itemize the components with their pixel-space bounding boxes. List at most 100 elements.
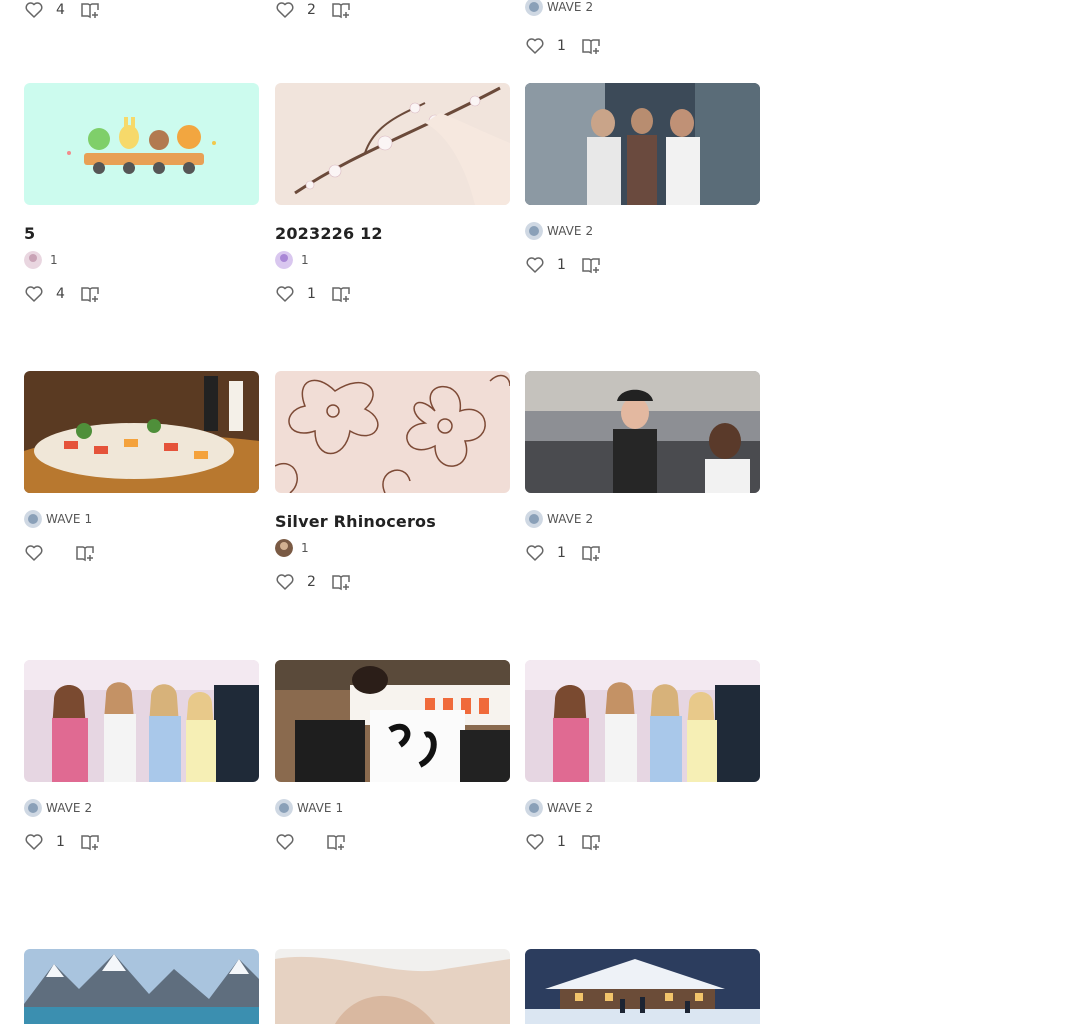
like-button[interactable]: 2	[275, 0, 316, 20]
card-actions: 1	[525, 255, 760, 275]
avatar[interactable]	[24, 799, 42, 817]
card-meta: WAVE 2	[525, 799, 760, 817]
thumbnail-image[interactable]	[275, 371, 510, 493]
add-to-magazine-button[interactable]	[80, 0, 100, 20]
thumbnail-image[interactable]	[525, 660, 760, 782]
thumbnail-image[interactable]	[525, 949, 760, 1024]
heart-icon	[526, 545, 544, 561]
card-meta: WAVE 2	[525, 0, 760, 16]
avatar[interactable]	[525, 0, 543, 16]
like-count: 1	[557, 545, 566, 561]
add-to-magazine-button[interactable]	[80, 284, 100, 304]
like-count: 2	[307, 574, 316, 590]
like-button[interactable]	[24, 543, 60, 563]
like-count: 1	[557, 257, 566, 273]
book-add-icon	[582, 39, 600, 55]
book-add-icon	[327, 835, 345, 851]
like-count: 2	[307, 2, 316, 18]
author-name[interactable]: WAVE	[46, 512, 80, 526]
avatar[interactable]	[275, 251, 293, 269]
avatar[interactable]	[24, 510, 42, 528]
heart-icon	[526, 257, 544, 273]
avatar[interactable]	[525, 799, 543, 817]
thumbnail-image[interactable]	[24, 371, 259, 493]
post-time: 1	[301, 541, 309, 555]
article-card[interactable]: WAVE 1	[275, 660, 510, 852]
thumbnail-image[interactable]	[24, 660, 259, 782]
article-card[interactable]: 5 1 4	[24, 83, 259, 304]
like-button[interactable]: 4	[24, 0, 65, 20]
card-actions: 4	[24, 0, 259, 20]
article-card[interactable]: WAVE 2 1	[525, 83, 760, 275]
add-to-magazine-button[interactable]	[75, 543, 95, 563]
thumbnail-image[interactable]	[275, 660, 510, 782]
like-button[interactable]: 1	[275, 284, 316, 304]
article-card[interactable]: WAVE 1	[24, 371, 259, 563]
like-button[interactable]	[275, 832, 311, 852]
top-card-1[interactable]: 4	[24, 0, 259, 20]
thumbnail-image[interactable]	[24, 949, 259, 1024]
post-time: 1	[335, 801, 344, 815]
thumbnail-image[interactable]	[525, 371, 760, 493]
add-to-magazine-button[interactable]	[80, 832, 100, 852]
thumbnail-image[interactable]	[525, 83, 760, 205]
author-name[interactable]: WAVE	[547, 224, 581, 238]
author-name[interactable]: WAVE	[547, 0, 581, 14]
avatar[interactable]	[275, 539, 293, 557]
article-card[interactable]: Silver Rhinoceros 1 2	[275, 371, 510, 592]
post-time: 2	[585, 801, 594, 815]
add-to-magazine-button[interactable]	[581, 36, 601, 56]
card-meta: 1	[275, 251, 510, 269]
thumbnail-image[interactable]	[275, 949, 510, 1024]
article-card[interactable]: WAVE 2 1	[525, 660, 760, 852]
top-card-2[interactable]: 2	[275, 0, 510, 20]
book-add-icon	[81, 287, 99, 303]
post-time: 1	[50, 253, 58, 267]
article-card[interactable]: WAVE 2 1	[24, 660, 259, 852]
like-count: 1	[307, 286, 316, 302]
article-card[interactable]: 2023226 12 1 1	[275, 83, 510, 304]
card-actions: 1	[525, 36, 760, 56]
article-card[interactable]	[275, 949, 510, 1024]
author-name[interactable]: WAVE	[46, 801, 80, 815]
article-title[interactable]: 5	[24, 222, 259, 246]
author-name[interactable]: WAVE	[297, 801, 331, 815]
thumbnail-image[interactable]	[275, 83, 510, 205]
heart-icon	[25, 834, 43, 850]
avatar[interactable]	[525, 222, 543, 240]
article-card[interactable]: WAVE 2 1	[525, 371, 760, 563]
author-name[interactable]: WAVE	[547, 512, 581, 526]
article-title[interactable]: 2023226 12	[275, 222, 510, 246]
like-button[interactable]: 1	[24, 832, 65, 852]
like-button[interactable]: 1	[525, 255, 566, 275]
heart-icon	[25, 2, 43, 18]
card-meta: 1	[275, 539, 510, 557]
card-meta: WAVE 2	[525, 222, 760, 240]
like-button[interactable]: 1	[525, 832, 566, 852]
top-card-3[interactable]: WAVE 2 1	[525, 0, 760, 56]
add-to-magazine-button[interactable]	[326, 832, 346, 852]
post-time: 1	[301, 253, 309, 267]
like-button[interactable]: 1	[525, 543, 566, 563]
book-add-icon	[76, 546, 94, 562]
like-button[interactable]: 2	[275, 572, 316, 592]
author-name[interactable]: WAVE	[547, 801, 581, 815]
add-to-magazine-button[interactable]	[581, 255, 601, 275]
avatar[interactable]	[275, 799, 293, 817]
add-to-magazine-button[interactable]	[331, 0, 351, 20]
add-to-magazine-button[interactable]	[331, 572, 351, 592]
article-title[interactable]: Silver Rhinoceros	[275, 510, 510, 534]
card-meta: WAVE 2	[525, 510, 760, 528]
add-to-magazine-button[interactable]	[581, 543, 601, 563]
like-button[interactable]: 1	[525, 36, 566, 56]
book-add-icon	[332, 3, 350, 19]
add-to-magazine-button[interactable]	[581, 832, 601, 852]
avatar[interactable]	[24, 251, 42, 269]
card-meta: 1	[24, 251, 259, 269]
article-card[interactable]	[24, 949, 259, 1024]
add-to-magazine-button[interactable]	[331, 284, 351, 304]
thumbnail-image[interactable]	[24, 83, 259, 205]
avatar[interactable]	[525, 510, 543, 528]
article-card[interactable]	[525, 949, 760, 1024]
like-button[interactable]: 4	[24, 284, 65, 304]
